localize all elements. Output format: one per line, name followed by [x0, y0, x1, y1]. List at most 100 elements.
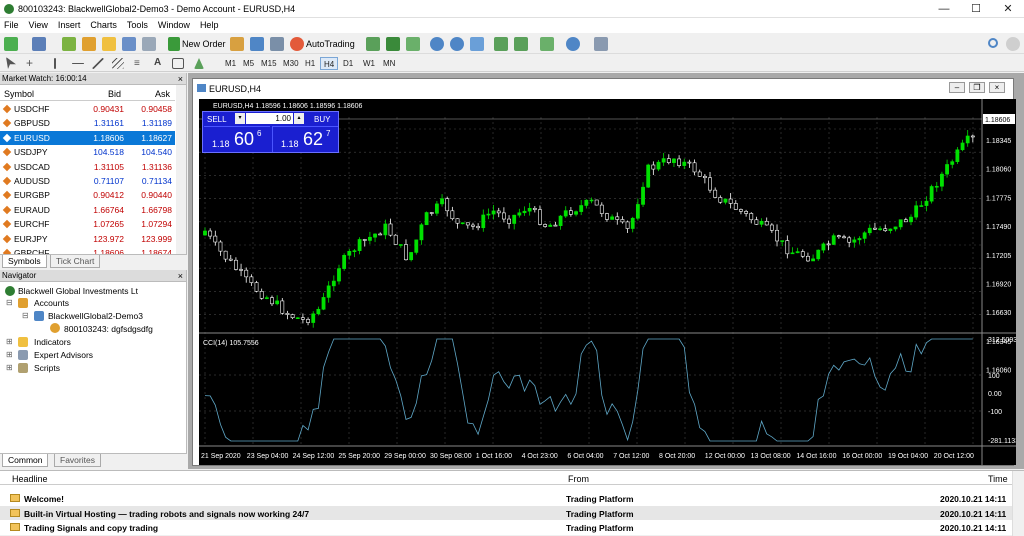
news-row[interactable]: Built-in Virtual Hosting — trading robot…	[0, 505, 1012, 520]
signals-icon[interactable]	[270, 37, 284, 51]
lot-size-input[interactable]	[246, 113, 293, 124]
market-watch-row[interactable]: EURCHF 1.07265 1.07294	[0, 217, 175, 231]
menu-insert[interactable]: Insert	[54, 18, 87, 30]
chart-shift-icon[interactable]	[494, 37, 508, 51]
users-icon[interactable]	[250, 37, 264, 51]
menu-file[interactable]: File	[0, 18, 25, 30]
navigator-account[interactable]: 800103243: dgfsdgsdfg	[64, 324, 153, 334]
chat-icon[interactable]	[1006, 37, 1020, 51]
data-window-icon[interactable]	[82, 37, 96, 51]
new-order-button[interactable]: New Order	[182, 39, 226, 49]
line-chart-icon[interactable]	[406, 37, 420, 51]
autotrading-button[interactable]: AutoTrading	[306, 39, 355, 49]
navigator-indicators[interactable]: Indicators	[34, 337, 71, 347]
navigator-accounts[interactable]: Accounts	[34, 298, 69, 308]
market-watch-row[interactable]: EURGBP 0.90412 0.90440	[0, 188, 175, 202]
scripts-expander-icon[interactable]: ⊞	[6, 363, 13, 372]
lot-decrease-icon[interactable]: ▾	[235, 113, 245, 124]
news-scrollbar[interactable]	[1012, 471, 1024, 536]
indicators-expander-icon[interactable]: ⊞	[6, 337, 13, 346]
buy-button[interactable]: 1.18 62 7	[272, 126, 338, 152]
accounts-expander-icon[interactable]: ⊟	[6, 298, 13, 307]
menu-window[interactable]: Window	[154, 18, 196, 30]
timeframe-d1[interactable]: D1	[340, 57, 356, 70]
timeframe-m15[interactable]: M15	[258, 57, 280, 70]
metaeditor-icon[interactable]	[230, 37, 244, 51]
tab-favorites[interactable]: Favorites	[54, 454, 101, 467]
zoom-out-icon[interactable]	[450, 37, 464, 51]
news-row[interactable]: Welcome! Trading Platform 2020.10.21 14:11	[0, 491, 1012, 505]
col-bid[interactable]: Bid	[108, 89, 121, 99]
price-chart[interactable]: EURUSD,H4 1.18596 1.18606 1.18596 1.1860…	[199, 99, 1016, 465]
market-watch-icon[interactable]	[62, 37, 76, 51]
market-watch-row[interactable]: USDCAD 1.31105 1.31136	[0, 160, 175, 174]
timeframe-m5[interactable]: M5	[240, 57, 257, 70]
market-watch-row[interactable]: EURUSD 1.18606 1.18627	[0, 130, 175, 146]
timeframe-w1[interactable]: W1	[360, 57, 378, 70]
navigator-scripts[interactable]: Scripts	[34, 363, 60, 373]
market-watch-row[interactable]: EURAUD 1.66764 1.66798	[0, 203, 175, 217]
templates-icon[interactable]	[594, 37, 608, 51]
cursor-icon[interactable]	[6, 57, 16, 69]
zoom-in-icon[interactable]	[430, 37, 444, 51]
market-watch-scrollbar[interactable]	[176, 85, 186, 270]
tab-common[interactable]: Common	[2, 454, 49, 467]
market-watch-row[interactable]: USDCHF 0.90431 0.90458	[0, 102, 175, 116]
navigator-icon[interactable]	[102, 37, 116, 51]
market-watch-row[interactable]: USDJPY 104.518 104.540	[0, 145, 175, 159]
server-expander-icon[interactable]: ⊟	[22, 311, 29, 320]
market-watch-close-icon[interactable]: ×	[178, 73, 183, 85]
vertical-line-icon[interactable]	[54, 58, 56, 69]
search-icon[interactable]	[988, 38, 998, 48]
chart-close-button[interactable]: ×	[989, 82, 1005, 93]
text-icon[interactable]: A	[154, 57, 168, 71]
navigator-close-icon[interactable]: ×	[178, 270, 183, 282]
profiles-icon[interactable]	[32, 37, 46, 51]
arrows-icon[interactable]	[194, 58, 204, 69]
menu-tools[interactable]: Tools	[123, 18, 154, 30]
autoscroll-icon[interactable]	[514, 37, 528, 51]
sell-button[interactable]: 1.18 60 6	[204, 126, 270, 152]
bar-chart-icon[interactable]	[366, 37, 380, 51]
strategy-tester-icon[interactable]	[142, 37, 156, 51]
trendline-icon[interactable]	[92, 58, 104, 69]
channel-icon[interactable]	[112, 58, 124, 69]
timeframe-mn[interactable]: MN	[380, 57, 398, 70]
market-watch-row[interactable]: AUDUSD 0.71107 0.71134	[0, 174, 175, 188]
buy-label[interactable]: BUY	[314, 115, 330, 124]
indicators-icon[interactable]	[540, 37, 554, 51]
tab-symbols[interactable]: Symbols	[2, 255, 47, 268]
col-time[interactable]: Time	[988, 474, 1008, 484]
fibonacci-icon[interactable]: ≡	[134, 58, 148, 72]
market-watch-row[interactable]: GBPUSD 1.31161 1.31189	[0, 116, 175, 130]
maximize-button[interactable]: ☐	[960, 0, 992, 18]
lot-increase-icon[interactable]: ▴	[294, 113, 304, 124]
tab-tick-chart[interactable]: Tick Chart	[50, 255, 101, 268]
close-button[interactable]: ✕	[992, 0, 1024, 18]
timeframe-h4[interactable]: H4	[320, 57, 339, 70]
minimize-button[interactable]: —	[928, 0, 960, 18]
chart-restore-button[interactable]: ❐	[969, 82, 985, 93]
menu-view[interactable]: View	[25, 18, 54, 30]
navigator-server[interactable]: BlackwellGlobal2-Demo3	[48, 311, 143, 321]
menu-charts[interactable]: Charts	[86, 18, 123, 30]
experts-expander-icon[interactable]: ⊞	[6, 350, 13, 359]
horizontal-line-icon[interactable]	[72, 63, 84, 64]
terminal-icon[interactable]	[122, 37, 136, 51]
timeframe-h1[interactable]: H1	[302, 57, 318, 70]
market-watch-row[interactable]: EURJPY 123.972 123.999	[0, 232, 175, 246]
new-chart-icon[interactable]	[4, 37, 18, 51]
candlestick-icon[interactable]	[386, 37, 400, 51]
timeframe-m1[interactable]: M1	[222, 57, 239, 70]
crosshair-icon[interactable]: +	[26, 57, 40, 71]
chart-minimize-button[interactable]: –	[949, 82, 965, 93]
news-row[interactable]: Trading Signals and copy trading Trading …	[0, 520, 1012, 534]
col-from[interactable]: From	[568, 474, 589, 484]
col-ask[interactable]: Ask	[155, 89, 170, 99]
timeframe-m30[interactable]: M30	[280, 57, 302, 70]
text-label-icon[interactable]	[172, 58, 184, 69]
navigator-experts[interactable]: Expert Advisors	[34, 350, 93, 360]
sell-label[interactable]: SELL	[207, 115, 227, 124]
col-symbol[interactable]: Symbol	[4, 89, 34, 99]
menu-help[interactable]: Help	[196, 18, 225, 30]
